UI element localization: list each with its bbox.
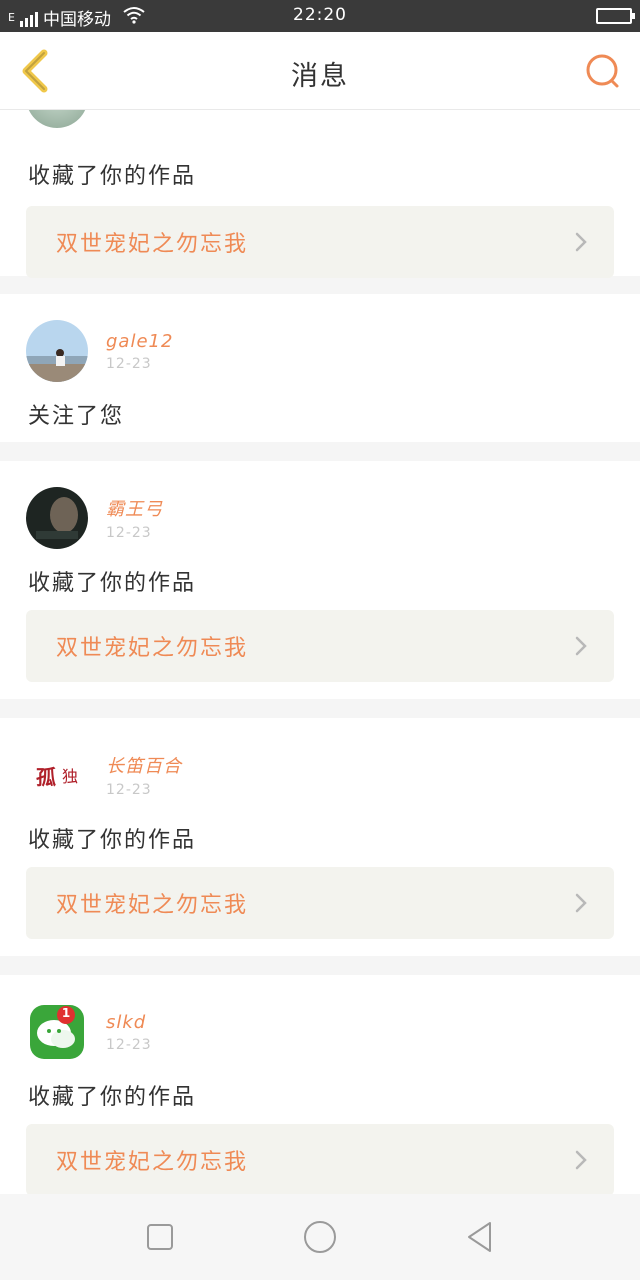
user-row: 孤 独 长笛百合 12-23 <box>26 744 182 806</box>
wechat-icon <box>30 1005 84 1059</box>
message-card: gale12 12-23 关注了您 <box>0 294 640 442</box>
username[interactable]: 霸王弓 <box>106 495 163 521</box>
message-feed[interactable]: 收藏了你的作品 双世宠妃之勿忘我 gale12 12-23 关注了您 霸王弓 1… <box>0 110 640 1194</box>
message-card: 霸王弓 12-23 收藏了你的作品 双世宠妃之勿忘我 <box>0 461 640 699</box>
recent-apps-button[interactable] <box>130 1207 190 1267</box>
user-meta: 霸王弓 12-23 <box>106 495 163 541</box>
user-row: 1 slkd 12-23 <box>26 1001 152 1063</box>
action-text: 收藏了你的作品 <box>28 571 197 596</box>
back-icon <box>468 1222 491 1252</box>
home-icon <box>304 1221 336 1253</box>
work-link[interactable]: 双世宠妃之勿忘我 <box>26 610 614 682</box>
action-text: 收藏了你的作品 <box>28 828 197 853</box>
avatar[interactable]: 孤 独 <box>26 744 88 806</box>
work-title: 双世宠妃之勿忘我 <box>56 636 249 661</box>
system-nav-bar <box>0 1194 640 1280</box>
action-text: 收藏了你的作品 <box>28 164 197 189</box>
work-title: 双世宠妃之勿忘我 <box>56 893 249 918</box>
avatar[interactable] <box>26 110 88 128</box>
search-icon <box>586 54 619 88</box>
avatar-text: 独 <box>61 767 78 786</box>
work-link[interactable]: 双世宠妃之勿忘我 <box>26 867 614 939</box>
user-meta: 长笛百合 12-23 <box>106 752 182 798</box>
work-link[interactable]: 双世宠妃之勿忘我 <box>26 206 614 278</box>
search-button[interactable] <box>578 46 628 96</box>
message-date: 12-23 <box>106 525 152 541</box>
battery-icon <box>596 8 635 24</box>
avatar-text: 孤 <box>35 764 56 789</box>
message-date: 12-23 <box>106 782 152 798</box>
status-bar: E 中国移动 22:20 <box>0 0 640 32</box>
user-row: gale12 12-23 <box>26 320 173 382</box>
chevron-right-icon <box>574 1149 588 1171</box>
home-button[interactable] <box>290 1207 350 1267</box>
username[interactable]: gale12 <box>106 331 173 352</box>
user-meta: gale12 12-23 <box>106 331 173 372</box>
work-link[interactable]: 双世宠妃之勿忘我 <box>26 1124 614 1194</box>
user-meta: slkd 12-23 <box>106 1012 152 1053</box>
back-nav-button[interactable] <box>450 1207 510 1267</box>
username[interactable]: slkd <box>106 1012 152 1033</box>
recent-apps-icon <box>147 1224 173 1250</box>
message-date: 12-23 <box>106 355 152 372</box>
chevron-right-icon <box>574 635 588 657</box>
chevron-right-icon <box>574 231 588 253</box>
avatar[interactable] <box>26 487 88 549</box>
avatar[interactable]: 1 <box>26 1001 88 1063</box>
notification-badge: 1 <box>61 1006 71 1020</box>
action-text: 关注了您 <box>28 404 125 429</box>
message-card: 收藏了你的作品 双世宠妃之勿忘我 <box>0 110 640 278</box>
message-date: 12-23 <box>106 1036 152 1053</box>
work-title: 双世宠妃之勿忘我 <box>56 1150 249 1175</box>
user-row <box>26 110 88 128</box>
message-card: 1 slkd 12-23 收藏了你的作品 双世宠妃之勿忘我 <box>0 975 640 1194</box>
status-time: 22:20 <box>293 5 347 25</box>
chevron-right-icon <box>574 892 588 914</box>
username[interactable]: 长笛百合 <box>106 752 182 778</box>
work-title: 双世宠妃之勿忘我 <box>56 232 249 257</box>
header: 消息 <box>0 32 640 110</box>
message-card: 孤 独 长笛百合 12-23 收藏了你的作品 双世宠妃之勿忘我 <box>0 718 640 956</box>
page-title: 消息 <box>291 61 349 92</box>
user-row: 霸王弓 12-23 <box>26 487 163 549</box>
action-text: 收藏了你的作品 <box>28 1085 197 1110</box>
avatar[interactable] <box>26 320 88 382</box>
